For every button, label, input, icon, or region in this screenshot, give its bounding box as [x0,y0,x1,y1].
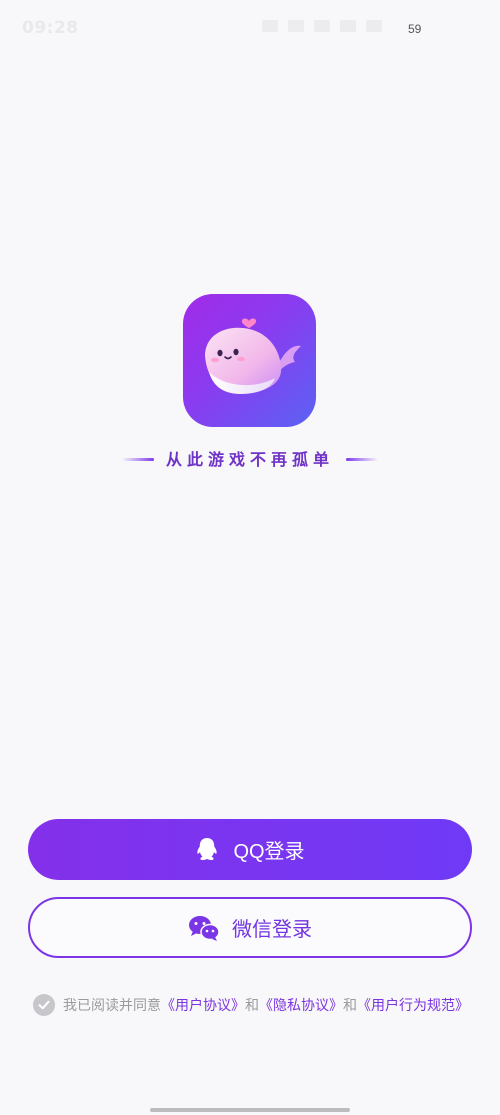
slogan-row: 从此游戏不再孤单 [120,448,380,472]
agreement-and-2: 和 [343,998,357,1014]
agreement-prefix: 我已阅读并同意 [63,998,161,1014]
user-agreement-link[interactable]: 《用户协议》 [161,995,245,1015]
slogan-divider-right [346,458,378,461]
wechat-icon [189,915,220,941]
signal-2-icon [340,20,356,32]
home-indicator[interactable] [150,1108,350,1112]
wifi-icon [366,20,382,32]
nfc-icon [288,20,304,32]
status-time: 09:28 [22,18,79,38]
status-bar: 09:28 59 [0,0,500,60]
slogan-divider-left [122,458,154,461]
conduct-rules-link[interactable]: 《用户行为规范》 [357,995,469,1015]
signal-icon [314,20,330,32]
app-logo [183,294,316,427]
privacy-agreement-link[interactable]: 《隐私协议》 [259,995,343,1015]
wechat-login-button[interactable]: 微信登录 [28,897,472,958]
agreement-row: 我已阅读并同意 《用户协议》 和 《隐私协议》 和 《用户行为规范》 [33,992,483,1018]
checkmark-icon [38,1000,50,1010]
qq-login-label: QQ登录 [233,841,305,863]
agreement-and-1: 和 [245,998,259,1014]
agreement-checkbox[interactable] [33,994,55,1016]
qq-penguin-icon [197,837,218,860]
whale-mascot-icon [205,318,301,394]
qq-login-button[interactable]: QQ登录 [28,819,472,880]
wechat-login-label: 微信登录 [232,919,312,941]
status-icons [262,20,382,32]
app-slogan: 从此游戏不再孤单 [165,450,334,469]
notification-icon [262,20,278,32]
battery-level: 59 [408,22,422,36]
